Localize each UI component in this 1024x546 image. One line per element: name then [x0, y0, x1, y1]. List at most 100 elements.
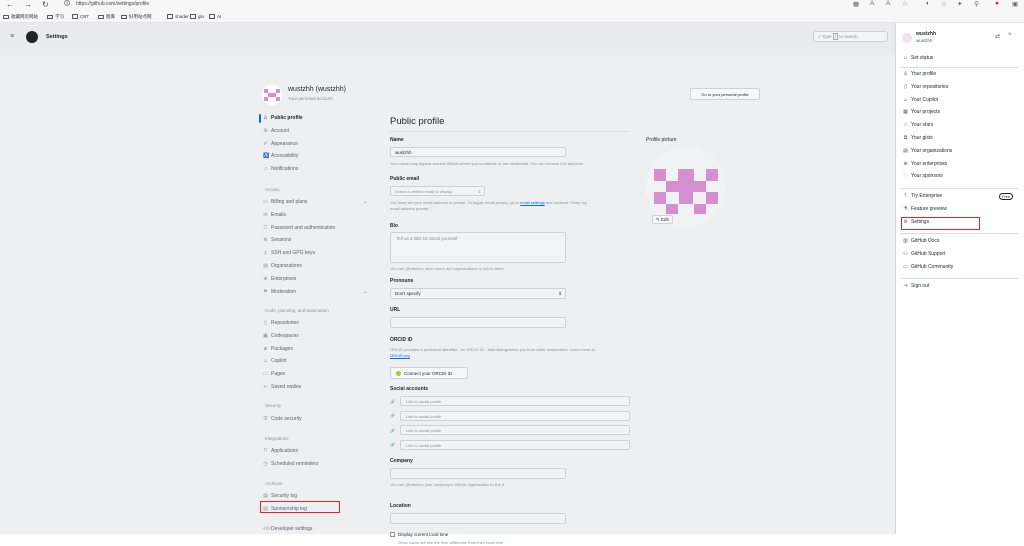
font-icon[interactable]: A [886, 0, 890, 7]
orcid-hint: ORCID provides a persistent identifier -… [390, 347, 595, 358]
menu-item-code-security[interactable]: ⛨ Code security [263, 416, 302, 422]
social-link-input[interactable]: Link to social profile [399, 425, 630, 435]
menu-item-your-enterprises[interactable]: ⊕ Your enterprises [903, 161, 947, 167]
pronouns-select[interactable]: Don't specify ⇕ [390, 288, 566, 299]
menu-item-sessions[interactable]: ⊛ Sessions [263, 237, 291, 243]
menu-item-password-and-authentication[interactable]: ⛉ Password and authentication [263, 225, 336, 231]
menu-item-codespaces[interactable]: ▣ Codespaces [263, 333, 299, 339]
shield-lock-icon: ⛨ [263, 416, 268, 422]
user-avatar[interactable] [262, 85, 282, 105]
extension2-icon[interactable]: ✦ [957, 0, 962, 8]
localtime-checkbox[interactable] [390, 532, 395, 537]
developer-settings-highlight [260, 501, 340, 513]
notify-icon[interactable]: ● [995, 0, 999, 7]
menu-item-account[interactable]: ⚙ Account [263, 128, 289, 134]
chevron-down-icon[interactable]: ⌄ [363, 199, 367, 205]
menu-item-github-support[interactable]: ⚇ GitHub Support [903, 251, 945, 257]
menu-item-notifications[interactable]: ♫ Notifications [263, 166, 299, 173]
menu-item-developer-settings[interactable]: </> Developer settings [263, 526, 312, 532]
social-link-row: 🔗 Link to social profile [390, 425, 630, 435]
address-bar[interactable]: https://github.com/settings/profile [76, 1, 149, 7]
forward-icon[interactable]: → [24, 0, 32, 9]
menu-item-enterprises[interactable]: ⊕ Enterprises [263, 276, 296, 282]
menu-item-sign-out[interactable]: ⇥ Sign out [903, 283, 929, 289]
connect-orcid-button[interactable]: Connect your ORCID iD [390, 367, 468, 379]
close-icon[interactable]: × [1008, 32, 1012, 38]
menu-item-scheduled-reminders[interactable]: ◷ Scheduled reminders [263, 461, 318, 467]
menu-item-security-log[interactable]: ▤ Security log [263, 493, 297, 499]
link-icon: 🔗 [390, 427, 395, 433]
bookmark-item[interactable]: AI [209, 14, 221, 19]
menu-item-your-gists[interactable]: ⧉ Your gists [903, 135, 933, 141]
sidebar-toggle-icon[interactable]: ▣ [1012, 0, 1018, 8]
menu-item-billing-and-plans[interactable]: ▭ Billing and plans ⌄ [263, 199, 367, 205]
bookmark-item[interactable]: 学习 [47, 14, 64, 20]
company-input[interactable] [390, 468, 566, 479]
github-logo-icon[interactable] [26, 31, 38, 43]
localtime-checkbox-row[interactable]: Display current local time [390, 532, 448, 537]
menu-item-try-enterprise[interactable]: ⇡ Try Enterprise Free [903, 192, 1014, 200]
menu-item-repositories[interactable]: ▯ Repositories [263, 320, 299, 326]
translate-icon[interactable]: A [870, 0, 874, 7]
menu-item-ssh-and-gpg-keys[interactable]: ⚷ SSH and GPG keys [263, 250, 316, 256]
globe-icon: ⊕ [263, 275, 268, 282]
reload-icon[interactable]: ↻ [42, 0, 49, 9]
social-link-input[interactable]: Link to social profile [399, 396, 630, 406]
menu-icon[interactable]: ≡ [10, 33, 14, 40]
link-icon: 🔗 [390, 413, 395, 418]
menu-item-feature-preview[interactable]: ⚗ Feature preview [903, 206, 947, 212]
menu-item-saved-replies[interactable]: ↩ Saved replies [263, 384, 301, 390]
menu-item-public-profile[interactable]: ♙ Public profile [263, 115, 302, 121]
menu-item-moderation[interactable]: ⚑ Moderation ⌄ [263, 289, 367, 295]
edit-picture-button[interactable]: ✎ Edit [652, 215, 673, 224]
menu-item-your-projects[interactable]: ▦ Your projects [903, 109, 940, 115]
menu-item-organizations[interactable]: ▤ Organizations [263, 263, 302, 269]
location-input[interactable] [390, 513, 566, 524]
menu-item-your-profile[interactable]: ♙ Your profile [903, 71, 936, 77]
bookmark-item[interactable]: 图库 [98, 14, 115, 20]
menu-item-packages[interactable]: ⧈ Packages [263, 346, 293, 352]
menu-item-appearance[interactable]: ✐ Appearance [263, 141, 298, 147]
bookmark-item[interactable]: CBT [72, 14, 89, 19]
reader-icon[interactable]: ▦ [853, 0, 859, 8]
favorite-icon[interactable]: ☆ [902, 0, 908, 8]
social-link-input[interactable]: Link to social profile [399, 410, 630, 421]
menu-item-your-organizations[interactable]: ▤ Your organizations [903, 148, 952, 154]
collections-icon[interactable]: ☆ [941, 0, 947, 8]
menu-item-github-community[interactable]: ▭ GitHub Community [903, 264, 953, 270]
switch-account-icon[interactable]: ⇄ [995, 33, 1000, 40]
menu-item-your-repositories[interactable]: ▯ Your repositories [903, 84, 948, 90]
menu-item-your-stars[interactable]: ☆ Your stars [903, 122, 933, 128]
chevron-down-icon[interactable]: ⌄ [363, 289, 367, 295]
bookmark-item[interactable]: shader [167, 14, 189, 19]
bookmark-item[interactable]: 收藏网页网站 [3, 14, 38, 20]
bookmark-item[interactable]: glo [190, 14, 204, 19]
menu-item-emails[interactable]: ✉ Emails [263, 212, 286, 218]
menu-item-your-copilot[interactable]: ☺ Your Copilot [903, 97, 938, 103]
credit-card-icon: ▭ [263, 199, 268, 205]
menu-item-github-docs[interactable]: ▥ GitHub Docs [903, 238, 939, 244]
menu-item-applications[interactable]: ⠿ Applications [263, 448, 298, 454]
url-input[interactable] [390, 317, 566, 328]
search-input[interactable]: ⌕ Type / to search [813, 31, 888, 42]
bell-icon: ♫ [263, 166, 268, 173]
menu-item-accessibility[interactable]: ♿ Accessibility [263, 153, 298, 159]
divider [900, 188, 1018, 189]
github-page: ≡ Settings ⌕ Type / to search wustzhh (w… [0, 23, 1024, 545]
share-icon[interactable]: ⚲ [974, 0, 979, 8]
social-link-input[interactable]: Link to social profile [399, 439, 630, 450]
email-settings-link[interactable]: email settings [520, 200, 544, 205]
menu-item-copilot[interactable]: ☺ Copilot [263, 358, 287, 364]
email-hint: You have set your email address to priva… [390, 200, 587, 211]
back-icon[interactable]: ← [6, 0, 14, 9]
bio-textarea[interactable]: Tell us a little bit about yourself [390, 232, 566, 263]
name-input[interactable]: wustzhh [390, 147, 566, 157]
set-status[interactable]: ☺ Set status [903, 55, 933, 61]
menu-item-your-sponsors[interactable]: ♡ Your sponsors [903, 173, 943, 179]
goto-profile-button[interactable]: Go to your personal profile [690, 88, 760, 100]
extension-icon[interactable]: ◐ [926, 0, 930, 7]
menu-item-pages[interactable]: ▭ Pages [263, 371, 285, 377]
email-select[interactable]: Select a verified email to display ⇕ [390, 186, 485, 196]
orcid-link[interactable]: ORCID.org [390, 353, 410, 358]
bookmark-item[interactable]: 好用站点网 [121, 14, 152, 20]
